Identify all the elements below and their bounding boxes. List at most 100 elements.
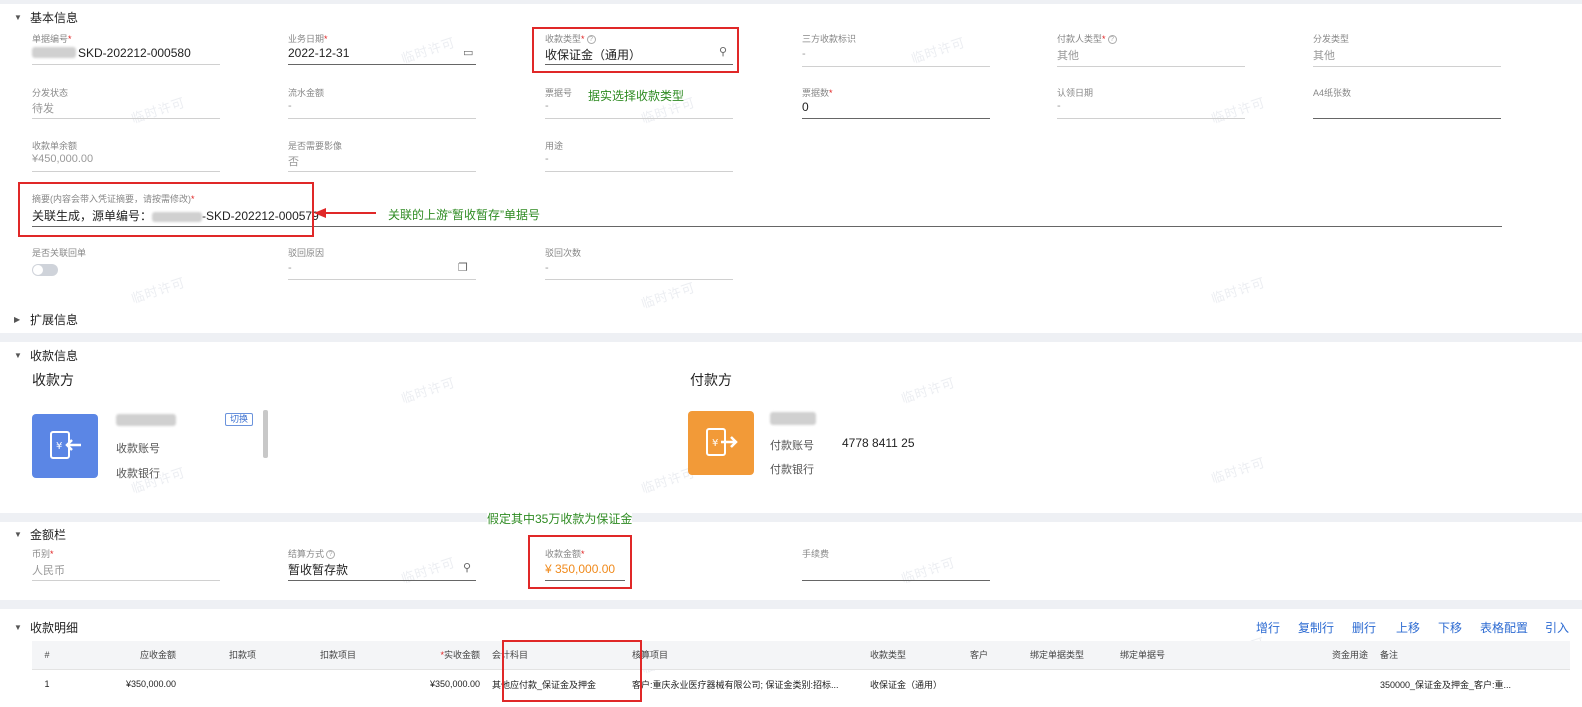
cell-fund-usage[interactable] xyxy=(1254,669,1374,699)
help-icon[interactable]: ? xyxy=(326,550,336,560)
settle-method-input[interactable]: 暂收暂存款 xyxy=(288,561,348,578)
collapse-caret-icon: ▼ xyxy=(14,351,22,360)
col-fund-usage[interactable]: 资金用途 xyxy=(1254,641,1374,670)
help-icon[interactable]: ? xyxy=(1107,35,1117,45)
payee-scrollbar[interactable] xyxy=(263,410,268,458)
calendar-icon[interactable]: ▭ xyxy=(463,46,473,59)
bill-no-label: 票据号 xyxy=(545,88,573,98)
col-accounting-item[interactable]: 核算项目 xyxy=(626,641,864,670)
usage-value: - xyxy=(545,153,549,165)
details-table: # 应收金额 扣款项 扣款项目 *实收金额 会计科目 核算项目 收款类型 客户 … xyxy=(32,641,1570,699)
watermark: 临时许可 xyxy=(639,279,698,312)
table-config-button[interactable]: 表格配置 xyxy=(1480,619,1528,636)
dist-status-value: 待发 xyxy=(32,103,54,115)
switch-payee-button[interactable]: 切换 xyxy=(225,413,254,426)
col-receipt-type[interactable]: 收款类型 xyxy=(864,641,964,670)
doc-no-value[interactable]: SKD-202212-000580 xyxy=(78,46,191,60)
col-customer[interactable]: 客户 xyxy=(964,641,1024,670)
flow-amount-label: 流水金额 xyxy=(288,88,325,98)
import-button[interactable]: 引入 xyxy=(1545,619,1569,636)
svg-text:¥: ¥ xyxy=(712,438,718,449)
section-amount-title: 金额栏 xyxy=(30,528,67,542)
cell-customer[interactable] xyxy=(964,669,1024,699)
dist-type-label: 分发类型 xyxy=(1313,34,1350,44)
copy-icon[interactable]: ❐ xyxy=(458,261,468,274)
receipt-balance-value: ¥450,000.00 xyxy=(32,153,94,165)
add-row-button[interactable]: 增行 xyxy=(1256,619,1280,636)
payer-title: 付款方 xyxy=(690,372,732,388)
cell-deduction-item[interactable] xyxy=(262,669,362,699)
section-amount-header[interactable]: ▼ 金额栏 xyxy=(14,526,66,543)
cell-accounting-item[interactable]: 客户:重庆永业医疗器械有限公司; 保证金类别:招标... xyxy=(626,669,864,699)
annotation-box-receipt-type xyxy=(532,27,739,73)
col-bind-doc-type[interactable]: 绑定单据类型 xyxy=(1024,641,1114,670)
bill-count-input[interactable]: 0 xyxy=(802,100,809,114)
biz-date-input[interactable]: 2022-12-31 xyxy=(288,46,349,60)
cell-deduction[interactable] xyxy=(182,669,262,699)
search-icon[interactable]: ⚲ xyxy=(463,561,471,574)
col-receivable[interactable]: 应收金额 xyxy=(62,641,182,670)
col-deduction-item[interactable]: 扣款项目 xyxy=(262,641,362,670)
payer-account-label: 付款账号 xyxy=(770,440,814,452)
copy-row-button[interactable]: 复制行 xyxy=(1298,619,1334,636)
payer-account-value: 4778 8411 25 xyxy=(842,436,915,450)
watermark: 临时许可 xyxy=(899,374,958,407)
related-return-toggle[interactable] xyxy=(32,264,58,276)
col-actual-received[interactable]: *实收金额 xyxy=(362,641,486,670)
section-basic-header[interactable]: ▼ 基本信息 xyxy=(14,9,78,26)
receipt-balance-label: 收款单余额 xyxy=(32,141,78,151)
cell-receivable[interactable]: ¥350,000.00 xyxy=(62,669,182,699)
payer-bank-label: 付款银行 xyxy=(770,464,814,476)
watermark: 临时许可 xyxy=(909,34,968,67)
delete-row-button[interactable]: 删行 xyxy=(1352,619,1376,636)
move-up-button[interactable]: 上移 xyxy=(1396,619,1420,636)
watermark: 临时许可 xyxy=(129,94,188,127)
annotation-box-summary xyxy=(18,182,314,237)
cell-bind-doc-type[interactable] xyxy=(1024,669,1114,699)
return-reason-label: 驳回原因 xyxy=(288,248,325,258)
expand-caret-icon: ▶ xyxy=(14,315,21,324)
cell-receipt-type[interactable]: 收保证金（通用） xyxy=(864,669,964,699)
payer-name-blurred xyxy=(770,412,816,425)
section-payment-info-header[interactable]: ▼ 收款信息 xyxy=(14,347,78,364)
third-party-flag-label: 三方收款标识 xyxy=(802,34,857,44)
currency-label: 币别* xyxy=(32,549,54,559)
need-image-label: 是否需要影像 xyxy=(288,141,343,151)
col-remark[interactable]: 备注 xyxy=(1374,641,1570,670)
return-times-value: - xyxy=(545,262,549,274)
settle-method-label: 结算方式? xyxy=(288,547,336,560)
cell-remark[interactable]: 350000_保证金及押金_客户:重... xyxy=(1374,669,1570,699)
payee-icon-box: ¥ xyxy=(32,414,98,478)
section-details-header[interactable]: ▼ 收款明细 xyxy=(14,619,78,636)
watermark: 临时许可 xyxy=(399,554,458,587)
svg-text:¥: ¥ xyxy=(56,441,62,452)
watermark: 临时许可 xyxy=(129,274,188,307)
cell-actual-received[interactable]: ¥350,000.00 xyxy=(362,669,486,699)
blurred-prefix xyxy=(32,47,76,58)
payee-title: 收款方 xyxy=(32,372,74,388)
return-times-label: 驳回次数 xyxy=(545,248,582,258)
third-party-flag-value: - xyxy=(802,48,806,60)
section-details-title: 收款明细 xyxy=(30,621,79,635)
annotation-summary-note: 关联的上游“暂收暂存”单据号 xyxy=(388,208,540,222)
watermark: 临时许可 xyxy=(1209,454,1268,487)
annotation-receipt-type-note: 据实选择收款类型 xyxy=(588,89,685,103)
col-index: # xyxy=(32,641,62,670)
watermark: 临时许可 xyxy=(399,34,458,67)
watermark: 临时许可 xyxy=(899,554,958,587)
col-bind-doc-no[interactable]: 绑定单据号 xyxy=(1114,641,1254,670)
payer-icon-box: ¥ xyxy=(688,411,754,475)
cell-bind-doc-no[interactable] xyxy=(1114,669,1254,699)
col-deduction[interactable]: 扣款项 xyxy=(182,641,262,670)
payer-type-label: 付款人类型*? xyxy=(1057,32,1117,45)
return-reason-value: - xyxy=(288,262,292,274)
need-image-value: 否 xyxy=(288,156,299,168)
dist-type-value: 其他 xyxy=(1313,50,1335,62)
collapse-caret-icon: ▼ xyxy=(14,530,22,539)
section-extended-header[interactable]: ▶ 扩展信息 xyxy=(14,311,78,328)
move-down-button[interactable]: 下移 xyxy=(1438,619,1462,636)
pay-money-icon: ¥ xyxy=(706,428,738,456)
table-row[interactable]: 1 ¥350,000.00 ¥350,000.00 其他应付款_保证金及押金 客… xyxy=(32,669,1570,699)
dist-status-label: 分发状态 xyxy=(32,88,69,98)
usage-label: 用途 xyxy=(545,141,564,151)
